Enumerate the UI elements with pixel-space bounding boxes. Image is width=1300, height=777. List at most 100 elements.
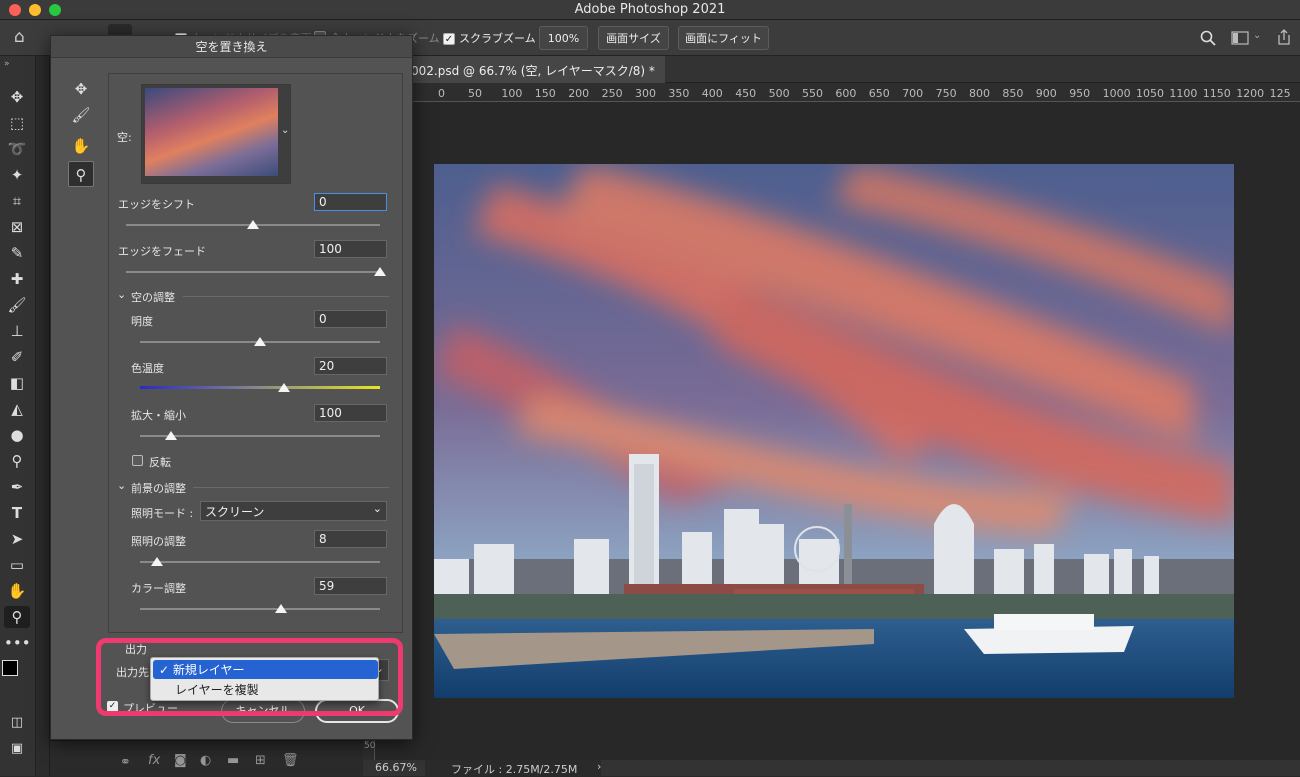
fit-screen-button[interactable]: 画面サイズ <box>598 26 669 50</box>
zoom-tool-icon[interactable]: ⚲ <box>4 606 30 628</box>
hand-tool-icon[interactable]: ✋ <box>4 580 30 602</box>
fg-adjust-chevron-icon[interactable]: ⌄ <box>117 479 126 492</box>
scale-thumb[interactable] <box>165 431 177 440</box>
temperature-input[interactable]: 20 <box>314 357 387 375</box>
tools-panel: » ✥ ⬚ ➰ ✦ ⌗ ⊠ ✎ ✚ 🖌 ⊥ ✐ ◧ ◭ ● ⚲ ✒ T ➤ ▭ … <box>0 56 36 776</box>
scale-label: 拡大・縮小 <box>131 409 186 422</box>
fade-edge-slider[interactable] <box>126 271 380 273</box>
color-adjust-thumb[interactable] <box>275 604 287 613</box>
pen-tool-icon[interactable]: ✒ <box>4 476 30 498</box>
fx-icon[interactable]: fx <box>148 753 160 768</box>
sky-preset-picker[interactable]: ⌄ <box>141 84 291 184</box>
sky-dropdown-chevron-icon[interactable]: ⌄ <box>281 125 289 136</box>
more-tools-icon[interactable]: ••• <box>4 632 31 654</box>
sky-adjust-header: 空の調整 <box>131 291 175 304</box>
type-tool-icon[interactable]: T <box>4 502 30 524</box>
horizontal-ruler: 0 50 100 150 200 250 300 350 400 450 500 550 600 650 7… <box>363 83 1300 102</box>
crop-tool-icon[interactable]: ⌗ <box>4 190 30 212</box>
magic-wand-tool-icon[interactable]: ✦ <box>4 164 30 186</box>
scrubby-zoom-checkbox[interactable]: ✓ <box>443 31 455 45</box>
document-image[interactable] <box>434 164 1234 698</box>
link-layers-icon[interactable]: ⚭ <box>120 755 131 770</box>
workspace-icon[interactable] <box>1231 31 1249 45</box>
ruler-tick-label: 100 <box>501 87 523 100</box>
quick-mask-icon[interactable]: ◫ <box>4 712 30 734</box>
marquee-tool-icon[interactable]: ⬚ <box>4 112 30 134</box>
paint-bucket-tool-icon[interactable]: ◭ <box>4 398 30 420</box>
scale-input[interactable]: 100 <box>314 404 387 422</box>
shift-edge-label: エッジをシフト <box>118 198 195 211</box>
new-group-icon[interactable]: ▬ <box>227 753 239 768</box>
eyedropper-tool-icon[interactable]: ✎ <box>4 242 30 264</box>
healing-brush-tool-icon[interactable]: ✚ <box>4 268 30 290</box>
add-mask-icon[interactable]: ◙ <box>174 753 187 768</box>
search-icon[interactable] <box>1200 30 1216 46</box>
zoom-100-button[interactable]: 100% <box>539 26 588 50</box>
brightness-thumb[interactable] <box>254 337 266 346</box>
sky-move-tool-icon[interactable]: ✥ <box>68 76 94 102</box>
shift-edge-thumb[interactable] <box>247 220 259 229</box>
app-title: Adobe Photoshop 2021 <box>574 2 726 17</box>
frame-tool-icon[interactable]: ⊠ <box>4 216 30 238</box>
ruler-tick-label: 0 <box>438 87 445 100</box>
dodge-tool-icon[interactable]: ⚲ <box>4 450 30 472</box>
ruler-tick-label: 800 <box>969 87 990 100</box>
ruler-tick-label: 400 <box>701 87 723 100</box>
output-option-new-layer[interactable]: ✓ 新規レイヤー <box>153 660 378 679</box>
brush-tool-icon[interactable]: 🖌 <box>4 294 30 316</box>
blur-tool-icon[interactable]: ● <box>4 424 30 446</box>
ruler-tick-label: 650 <box>868 87 890 100</box>
shift-edge-input[interactable]: 0 <box>314 193 387 211</box>
title-bar: Adobe Photoshop 2021 <box>0 0 1300 20</box>
path-selection-tool-icon[interactable]: ➤ <box>4 528 30 550</box>
zoom-level[interactable]: 66.67% <box>375 761 417 774</box>
status-menu-chevron-icon[interactable]: › <box>597 760 601 773</box>
dialog-zoom-tool-icon[interactable]: ⚲ <box>68 161 94 187</box>
adjustment-layer-icon[interactable]: ◐ <box>200 753 211 768</box>
chevron-down-icon[interactable]: ⌄ <box>1253 30 1261 41</box>
color-adjust-slider[interactable] <box>140 608 380 610</box>
ruler-tick-label: 1150 <box>1202 87 1231 100</box>
collapse-toolbar-icon[interactable]: » <box>4 59 10 69</box>
sky-thumbnail[interactable] <box>145 88 278 176</box>
lasso-tool-icon[interactable]: ➰ <box>4 138 30 160</box>
lighting-mode-chevron-icon: ⌄ <box>372 502 382 515</box>
output-dropdown-menu: ✓ 新規レイヤー レイヤーを複製 <box>150 657 379 701</box>
move-tool-icon[interactable]: ✥ <box>4 86 30 108</box>
output-option-duplicate-layer[interactable]: レイヤーを複製 <box>153 680 378 699</box>
ruler-tick-label: 550 <box>802 87 823 100</box>
ruler-tick-label: 950 <box>1069 87 1091 100</box>
lighting-adjust-thumb[interactable] <box>151 557 163 566</box>
ruler-tick-label: 900 <box>1035 87 1057 100</box>
home-icon[interactable]: ⌂ <box>14 27 25 47</box>
flip-checkbox[interactable] <box>132 455 143 466</box>
ruler-tick-label: 1050 <box>1136 87 1164 100</box>
ruler-tick-label: 500 <box>768 87 790 100</box>
fade-edge-thumb[interactable] <box>374 267 386 276</box>
ruler-tick-label: 750 <box>935 87 957 100</box>
dialog-hand-tool-icon[interactable]: ✋ <box>68 133 94 159</box>
screen-mode-icon[interactable]: ▣ <box>4 738 30 760</box>
stamp-tool-icon[interactable]: ⊥ <box>4 320 30 342</box>
lighting-adjust-slider[interactable] <box>140 561 380 563</box>
ruler-tick-label: 200 <box>568 87 590 100</box>
color-adjust-input[interactable]: 59 <box>314 577 387 595</box>
delete-layer-icon[interactable]: 🗑 <box>282 753 299 768</box>
lighting-mode-select[interactable]: スクリーン ⌄ <box>200 501 387 521</box>
temperature-slider[interactable] <box>140 386 380 389</box>
new-layer-icon[interactable]: ⊞ <box>255 753 266 768</box>
history-brush-tool-icon[interactable]: ✐ <box>4 346 30 368</box>
sky-adjust-chevron-icon[interactable]: ⌄ <box>117 288 126 301</box>
fill-screen-button[interactable]: 画面にフィット <box>678 26 769 50</box>
fade-edge-input[interactable]: 100 <box>314 240 387 258</box>
canvas-area[interactable] <box>375 102 1300 760</box>
share-icon[interactable] <box>1276 29 1292 46</box>
foreground-color-swatch[interactable] <box>2 660 18 676</box>
sky-brush-tool-icon[interactable]: 🖌 <box>68 102 94 128</box>
rectangle-tool-icon[interactable]: ▭ <box>4 554 30 576</box>
eraser-tool-icon[interactable]: ◧ <box>4 372 30 394</box>
lighting-adjust-label: 照明の調整 <box>131 535 186 548</box>
temperature-thumb[interactable] <box>278 383 290 392</box>
brightness-input[interactable]: 0 <box>314 310 387 328</box>
lighting-adjust-input[interactable]: 8 <box>314 530 387 548</box>
